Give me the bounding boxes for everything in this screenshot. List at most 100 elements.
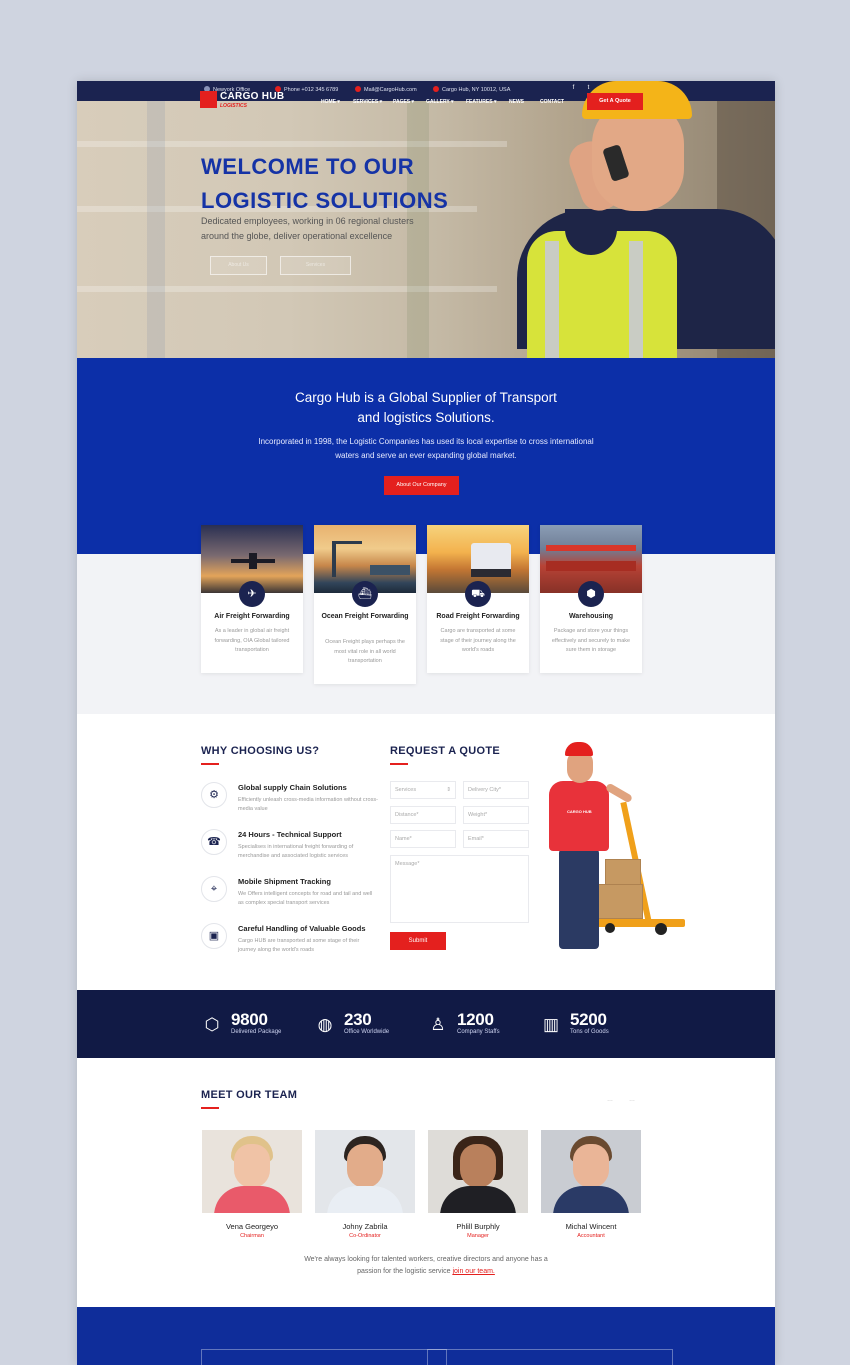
service-card-ocean[interactable]: ⛴ Ocean Freight Forwarding Ocean Freight… xyxy=(314,525,416,684)
vest-stripe xyxy=(545,241,559,358)
nav-contact[interactable]: CONTACT xyxy=(540,99,564,105)
team-note-line2: passion for the logistic service join ou… xyxy=(277,1266,575,1278)
container-icon: ▥ xyxy=(542,1015,560,1034)
cardboard-box xyxy=(597,884,643,919)
team-photo xyxy=(541,1130,641,1213)
join-team-link[interactable]: join our team. xyxy=(452,1268,494,1275)
hero-subtitle: Dedicated employees, working in 06 regio… xyxy=(201,214,461,244)
hero-subtitle-line1: Dedicated employees, working in 06 regio… xyxy=(201,216,414,226)
nav-features[interactable]: FEATURES ▾ xyxy=(466,99,496,105)
nav-pages[interactable]: PAGES ▾ xyxy=(393,99,414,105)
pallet-wheel xyxy=(605,923,615,933)
service-title: Air Freight Forwarding xyxy=(214,613,290,620)
cardboard-box xyxy=(605,859,641,885)
delivery-city-input[interactable]: Delivery City* xyxy=(463,781,529,799)
services-button[interactable]: Services xyxy=(280,256,351,275)
submit-button[interactable]: Submit xyxy=(390,932,446,950)
message-textarea[interactable]: Message* xyxy=(390,855,529,923)
services-select[interactable]: Services ⇕ xyxy=(390,781,456,799)
logo-tagline: LOGISTICS xyxy=(220,103,247,109)
crane-shape xyxy=(332,541,362,544)
service-card-air[interactable]: ✈ Air Freight Forwarding As a leader in … xyxy=(201,525,303,673)
service-card-warehouse[interactable]: ⬢ Warehousing Package and store your thi… xyxy=(540,525,642,673)
member-name: Vena Georgeyo xyxy=(225,1222,279,1231)
member-role: Manager xyxy=(467,1233,489,1239)
why-item-title: Careful Handling of Valuable Goods xyxy=(238,924,366,933)
service-text: As a leader in global air freight forwar… xyxy=(214,628,290,653)
delivery-man-shirt: CARGO HUB xyxy=(549,781,609,851)
services-select-value: Services xyxy=(395,787,417,793)
vest-stripe xyxy=(629,241,643,358)
support-icon: ☎ xyxy=(201,829,227,855)
member-role: Co-Ordinator xyxy=(349,1233,381,1239)
team-next-arrow[interactable]: … xyxy=(625,1095,639,1105)
airplane-shape xyxy=(249,553,257,569)
team-prev-arrow[interactable]: … xyxy=(603,1095,617,1105)
nav-gallery[interactable]: GALLERY ▾ xyxy=(426,99,454,105)
heading-underline xyxy=(201,1107,219,1109)
stat-label: Delivered Package xyxy=(231,1029,282,1035)
why-item-text: Cargo HUB are transported at some stage … xyxy=(238,938,360,953)
worker-icon: ♙ xyxy=(430,1015,446,1034)
warehouse-shelf xyxy=(77,286,497,292)
service-title-text: Ocean Freight Forwarding xyxy=(321,613,409,620)
address-text: Cargo Hub, NY 10012, USA xyxy=(442,87,511,93)
team-note-line1: We're always looking for talented worker… xyxy=(304,1256,548,1263)
mail-info[interactable]: Mail@CargoHub.com xyxy=(355,86,417,93)
get-quote-button[interactable]: Get A Quote xyxy=(587,93,643,110)
about-us-button[interactable]: About Us xyxy=(210,256,267,275)
globe-icon: ◍ xyxy=(317,1015,333,1034)
why-item-text: Efficiently unleash cross-media informat… xyxy=(238,797,378,812)
tracking-icon: ⌖ xyxy=(201,876,227,902)
weight-input[interactable]: Weight* xyxy=(463,806,529,824)
stat-number: 1200 xyxy=(457,1010,494,1029)
services-band xyxy=(77,554,775,714)
logo-name[interactable]: CARGO HUB xyxy=(220,91,284,102)
name-input[interactable]: Name* xyxy=(390,830,456,848)
nav-services[interactable]: SERVICES ▾ xyxy=(353,99,382,105)
intro-title: Cargo Hub is a Global Supplier of Transp… xyxy=(77,388,775,428)
member-role: Accountant xyxy=(577,1233,605,1239)
email-input[interactable]: Email* xyxy=(463,830,529,848)
member-role: Chairman xyxy=(240,1233,264,1239)
phone-info[interactable]: Phone +012 345 6789 xyxy=(275,86,338,93)
heading-underline xyxy=(201,763,219,765)
facebook-icon[interactable]: f xyxy=(569,85,578,91)
hero-title-line2: LOGISTIC SOLUTIONS xyxy=(201,188,449,213)
member-name: Phlill Burphly xyxy=(456,1222,500,1231)
ship-icon: ⛴ xyxy=(352,581,378,607)
mail-text: Mail@CargoHub.com xyxy=(364,87,417,93)
distance-input[interactable]: Distance* xyxy=(390,806,456,824)
ship-shape xyxy=(370,565,410,575)
team-photo xyxy=(428,1130,528,1213)
service-title: Ocean Freight Forwarding xyxy=(318,612,412,622)
page: Newyork Office Phone +012 345 6789 Mail@… xyxy=(77,81,775,1365)
package-icon: ⬢ xyxy=(578,581,604,607)
why-heading: WHY CHOOSING US? xyxy=(201,745,320,757)
heading-underline xyxy=(390,763,408,765)
service-title: Road Freight Forwarding xyxy=(436,613,520,620)
service-text: Cargo are transported at some stage of t… xyxy=(440,628,516,653)
hero-subtitle-line2: around the globe, deliver operational ex… xyxy=(201,231,393,241)
delivery-man-cap xyxy=(565,742,593,756)
box-icon: ⬡ xyxy=(204,1015,220,1034)
intro-text: Incorporated in 1998, the Logistic Compa… xyxy=(258,437,594,460)
container-shape xyxy=(546,561,636,571)
logo-icon[interactable] xyxy=(200,91,217,108)
why-item-title: Global supply Chain Solutions xyxy=(238,783,347,792)
stat-label: Company Staffs xyxy=(457,1029,500,1035)
stat-label: Office Worldwide xyxy=(344,1029,390,1035)
plane-icon: ✈ xyxy=(239,581,265,607)
service-card-road[interactable]: ⛟ Road Freight Forwarding Cargo are tran… xyxy=(427,525,529,673)
nav-news[interactable]: NEWS xyxy=(509,99,524,105)
service-title: Warehousing xyxy=(568,613,614,620)
stat-label: Tons of Goods xyxy=(570,1029,609,1035)
bottom-card xyxy=(427,1349,673,1365)
delivery-man-legs xyxy=(559,849,599,949)
nav-home[interactable]: HOME ▾ xyxy=(321,99,340,105)
stat-number: 5200 xyxy=(570,1010,607,1029)
about-company-button[interactable]: About Our Company xyxy=(384,476,459,495)
why-item-text: Specialises in international freight for… xyxy=(238,844,354,859)
address-info: Cargo Hub, NY 10012, USA xyxy=(433,86,510,93)
map-pin-icon xyxy=(433,86,439,92)
